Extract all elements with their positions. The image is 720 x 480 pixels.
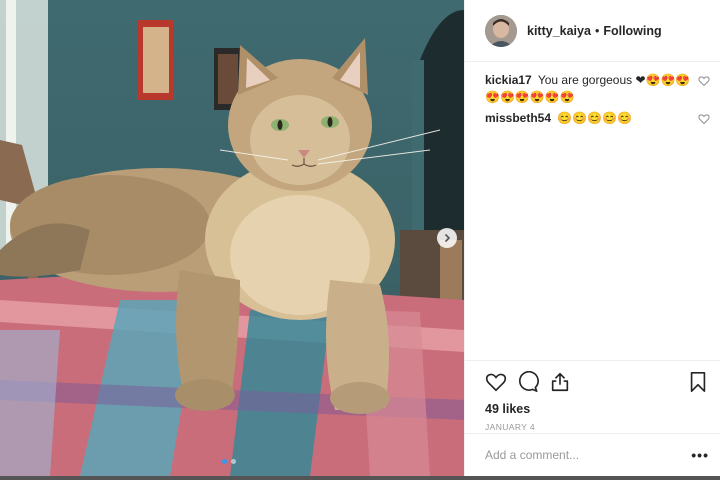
more-options-button[interactable]: •••: [691, 447, 709, 463]
post-photo[interactable]: [0, 0, 464, 476]
comment-input[interactable]: [485, 448, 692, 462]
post-actions: 49 likes JANUARY 4: [465, 360, 720, 432]
post-details-panel: kitty_kaiya • Following kickia17 You are…: [464, 0, 720, 476]
carousel-dot-active: [222, 459, 227, 464]
carousel-next-button[interactable]: [437, 228, 457, 248]
comment-item: kickia17 You are gorgeous ❤😍😍😍😍😍😍😍😍😍: [485, 72, 710, 106]
comment-like-heart-icon[interactable]: [698, 75, 710, 87]
carousel-dot: [231, 459, 236, 464]
share-button[interactable]: [549, 371, 571, 393]
profile-photo: [485, 14, 517, 47]
window-bottom-edge: [0, 476, 720, 480]
comment-like-heart-icon[interactable]: [698, 113, 710, 125]
post-header: kitty_kaiya • Following: [465, 0, 720, 62]
comment-button[interactable]: [517, 371, 539, 393]
likes-count[interactable]: 49 likes: [485, 402, 709, 416]
separator-dot: •: [594, 23, 600, 38]
heart-icon: [485, 373, 507, 392]
comment-icon: [519, 371, 539, 392]
save-button[interactable]: [687, 371, 709, 393]
like-button[interactable]: [485, 371, 507, 393]
share-icon: [551, 372, 569, 392]
bookmark-icon: [690, 372, 706, 392]
action-icons: [485, 371, 709, 393]
post-username[interactable]: kitty_kaiya: [527, 24, 591, 38]
comment-username[interactable]: missbeth54: [485, 111, 551, 125]
carousel-indicator: [222, 459, 236, 464]
post-date[interactable]: JANUARY 4: [485, 422, 709, 432]
comments-list: kickia17 You are gorgeous ❤😍😍😍😍😍😍😍😍😍 mis…: [465, 62, 720, 362]
following-button[interactable]: Following: [603, 24, 661, 38]
chevron-right-icon: [444, 233, 451, 243]
comment-username[interactable]: kickia17: [485, 73, 532, 87]
comment-item: missbeth54 😊😊😊😊😊: [485, 110, 710, 127]
add-comment-bar: •••: [465, 433, 720, 476]
avatar[interactable]: [485, 14, 517, 47]
comment-text: 😊😊😊😊😊: [557, 111, 633, 125]
cat-photo-illustration: [0, 0, 464, 476]
